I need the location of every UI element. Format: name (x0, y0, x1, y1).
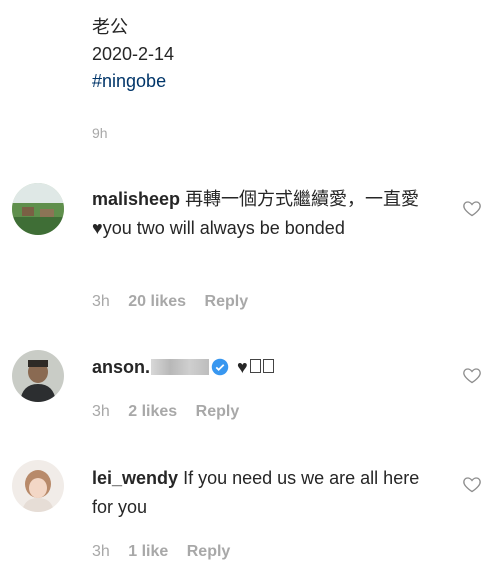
post-caption: 老公 2020-2-14 #ningobe (92, 14, 174, 95)
avatar-image (12, 460, 64, 512)
heart-icon: ♥ (237, 357, 248, 377)
comment-likes[interactable]: 2 likes (128, 403, 177, 420)
caption-line-1: 老公 (92, 17, 128, 37)
missing-glyph-box (249, 359, 261, 373)
comment-meta: 3h 2 likes Reply (92, 403, 253, 421)
heart-outline-icon[interactable] (462, 198, 482, 218)
hashtag-link[interactable]: #ningobe (92, 68, 174, 95)
heart-icon: ♥ (92, 218, 103, 238)
comment-likes[interactable]: 20 likes (128, 293, 186, 310)
comment-text: anson. ♥ (92, 353, 452, 382)
avatar-image (12, 350, 64, 402)
comment-likes[interactable]: 1 like (128, 543, 168, 560)
avatar[interactable] (12, 460, 64, 512)
comment-message: 再轉一個方式繼續愛，一直愛 (185, 189, 420, 209)
comment-text: malisheep 再轉一個方式繼續愛，一直愛 ♥you two will alw… (92, 185, 422, 243)
verified-badge-icon (211, 358, 229, 376)
comment-time[interactable]: 3h (92, 543, 110, 560)
comment-meta: 3h 20 likes Reply (92, 293, 262, 311)
comment-message-continued: you two will always be bonded (102, 218, 345, 238)
comment-username[interactable]: anson. (92, 357, 150, 377)
missing-glyph-box (262, 359, 274, 373)
avatar[interactable] (12, 350, 64, 402)
post-timestamp[interactable]: 9h (92, 125, 108, 141)
caption-line-2: 2020-2-14 (92, 44, 175, 64)
avatar[interactable] (12, 183, 64, 235)
comment-time[interactable]: 3h (92, 403, 110, 420)
comment-username[interactable]: malisheep (92, 189, 180, 209)
comment-text: lei_wendy If you need us we are all here… (92, 464, 422, 522)
comment-meta: 3h 1 like Reply (92, 543, 244, 561)
comment-username[interactable]: lei_wendy (92, 468, 178, 488)
avatar-image (12, 183, 64, 235)
heart-outline-icon[interactable] (462, 474, 482, 494)
reply-button[interactable]: Reply (205, 293, 249, 310)
blurred-username-part (151, 359, 210, 375)
comment-time[interactable]: 3h (92, 293, 110, 310)
heart-outline-icon[interactable] (462, 365, 482, 385)
reply-button[interactable]: Reply (187, 543, 231, 560)
reply-button[interactable]: Reply (196, 403, 240, 420)
